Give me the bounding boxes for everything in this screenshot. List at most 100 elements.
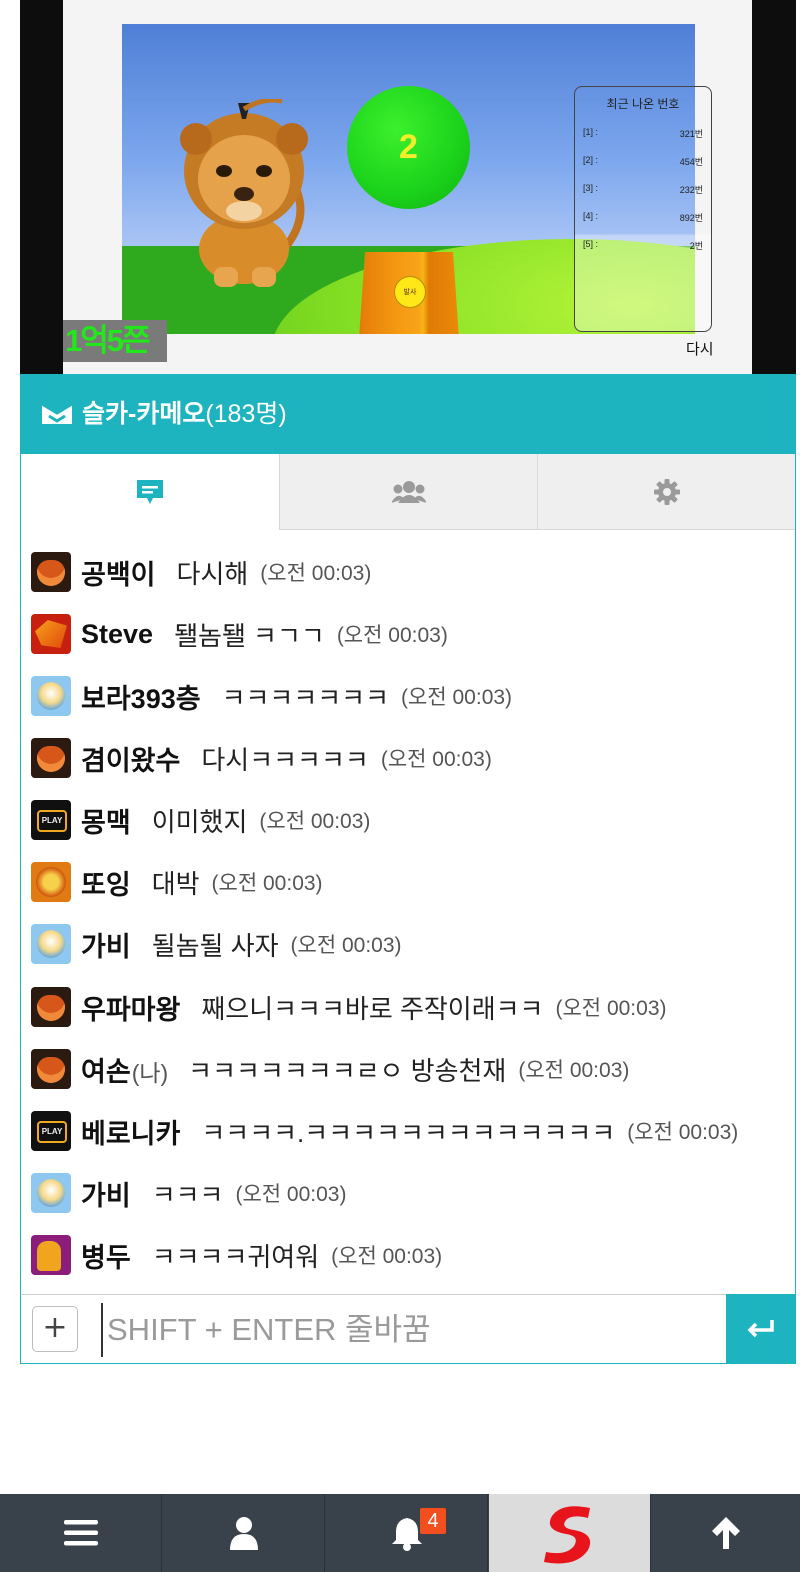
chat-message: 공백이 다시해 (오전 00:03): [31, 550, 371, 594]
message-time: (오전 00:03): [211, 872, 323, 895]
message-nickname[interactable]: 여손(나): [81, 1050, 168, 1089]
avatar[interactable]: [31, 1049, 71, 1089]
avatar[interactable]: [31, 552, 71, 592]
message-text: 될놈될 사자: [151, 930, 279, 961]
s-logo: [543, 1506, 590, 1564]
chat-message: 우파마왕 째으니ㅋㅋㅋ바로 주작이래ㅋㅋ (오전 00:03): [31, 985, 667, 1029]
chat-header: 슬카-카메오(183명): [20, 374, 796, 454]
avatar[interactable]: [31, 1173, 71, 1213]
message-text: 됄놈됄 ㅋㄱㄱ: [174, 620, 325, 651]
message-text: 이미했지: [151, 806, 248, 837]
chat-message-input[interactable]: [101, 1303, 729, 1357]
users-icon: [391, 480, 426, 503]
avatar[interactable]: [31, 924, 71, 964]
message-time: (오전 00:03): [336, 624, 448, 647]
message-nickname[interactable]: 몽맥: [81, 801, 132, 840]
message-text: 대박: [151, 868, 200, 899]
tab-chat[interactable]: [21, 454, 279, 530]
chat-user-count: (183명): [205, 400, 287, 428]
chat-message: 가비 ㅋㅋㅋ (오전 00:03): [31, 1171, 346, 1215]
message-text: 다시ㅋㅋㅋㅋㅋ: [201, 744, 369, 775]
message-time: (오전 00:03): [260, 562, 372, 585]
message-time: (오전 00:03): [290, 934, 402, 957]
chat-message: 보라393층 ㅋㅋㅋㅋㅋㅋㅋ (오전 00:03): [31, 674, 512, 718]
chat-message: 몽맥 이미했지 (오전 00:03): [31, 798, 370, 842]
recent-number-row: [1] :321번: [583, 127, 703, 139]
chat-message-list[interactable]: 공백이 다시해 (오전 00:03) Steve 됄놈됄 ㅋㄱㄱ (오전 00:…: [20, 530, 796, 1294]
gear-icon: [653, 478, 680, 505]
launch-button[interactable]: 발사: [394, 276, 426, 308]
message-time: (오전 00:03): [627, 1121, 739, 1144]
message-nickname[interactable]: Steve: [81, 619, 154, 650]
avatar[interactable]: [31, 1111, 71, 1151]
message-text: ㅋㅋㅋㅋㅋㅋㅋ: [221, 682, 390, 713]
message-nickname[interactable]: 보라393층: [81, 677, 202, 716]
notification-badge: 4: [420, 1508, 446, 1534]
message-time: (오전 00:03): [331, 1245, 443, 1268]
nav-scroll-top[interactable]: [652, 1494, 800, 1572]
chat-message: 베로니카 ㅋㅋㅋㅋ.ㅋㅋㅋㅋㅋㅋㅋㅋㅋㅋㅋㅋㅋ (오전 00:03): [31, 1109, 738, 1153]
message-nickname[interactable]: 병두: [81, 1236, 132, 1275]
message-text: ㅋㅋㅋㅋ귀여워: [151, 1241, 320, 1272]
chat-room-title: 슬카-카메오(183명): [82, 396, 287, 432]
user-icon: [229, 1517, 258, 1550]
tab-settings[interactable]: [537, 454, 795, 530]
avatar[interactable]: [31, 614, 71, 654]
bottom-navigation: 4: [0, 1494, 800, 1572]
message-nickname[interactable]: 베로니카: [81, 1112, 181, 1151]
message-time: (오전 00:03): [555, 997, 667, 1020]
message-text: 다시해: [176, 558, 249, 589]
message-nickname[interactable]: 우파마왕: [81, 988, 181, 1027]
recent-numbers-panel: 최근 나온 번호 [1] :321번 [2] :454번 [3] :232번 […: [574, 86, 712, 332]
avatar[interactable]: [31, 862, 71, 902]
message-time: (오전 00:03): [380, 748, 492, 771]
tab-users[interactable]: [279, 454, 537, 530]
arrow-up-icon: [712, 1517, 740, 1549]
message-text: ㅋㅋㅋㅋ.ㅋㅋㅋㅋㅋㅋㅋㅋㅋㅋㅋㅋㅋ: [201, 1117, 616, 1148]
avatar[interactable]: [31, 987, 71, 1027]
avatar[interactable]: [31, 800, 71, 840]
chat-message: 가비 될놈될 사자 (오전 00:03): [31, 922, 402, 966]
avatar[interactable]: [31, 676, 71, 716]
nav-home-logo[interactable]: [489, 1494, 651, 1572]
message-nickname[interactable]: 가비: [81, 925, 132, 964]
send-button[interactable]: [726, 1293, 796, 1364]
again-label: 다시: [686, 341, 714, 358]
message-text: 째으니ㅋㅋㅋ바로 주작이래ㅋㅋ: [201, 993, 544, 1024]
message-nickname[interactable]: 겸이왔수: [81, 739, 181, 778]
avatar[interactable]: [31, 1235, 71, 1275]
chat-bubble-icon: [137, 480, 163, 504]
chat-tabs: [20, 454, 796, 530]
enter-arrow-icon: [747, 1319, 774, 1337]
chat-message: 또잉 대박 (오전 00:03): [31, 860, 323, 904]
message-time: (오전 00:03): [401, 686, 513, 709]
avatar[interactable]: [31, 738, 71, 778]
message-time: (오전 00:03): [518, 1059, 630, 1082]
message-time: (오전 00:03): [259, 810, 371, 833]
chat-room-name: 슬카-카메오: [82, 400, 206, 428]
message-nickname[interactable]: 가비: [81, 1174, 132, 1213]
attach-plus-button[interactable]: +: [32, 1306, 78, 1352]
chat-logo-icon: [41, 402, 73, 424]
message-time: (오전 00:03): [235, 1183, 347, 1206]
message-nickname[interactable]: 공백이: [81, 553, 157, 592]
message-nickname[interactable]: 또잉: [81, 863, 132, 902]
chat-message: 병두 ㅋㅋㅋㅋ귀여워 (오전 00:03): [31, 1233, 442, 1277]
nav-notifications[interactable]: 4: [326, 1494, 488, 1572]
nav-profile[interactable]: [163, 1494, 325, 1572]
nav-menu[interactable]: [0, 1494, 162, 1572]
recent-numbers-title: 최근 나온 번호: [606, 97, 680, 111]
message-text: ㅋㅋㅋㅋㅋㅋㅋㄹㅇ 방송천재: [188, 1055, 507, 1086]
overlay-label: 1억5쯘: [63, 320, 167, 362]
recent-number-row: [5] :2번: [583, 239, 703, 251]
message-text: ㅋㅋㅋ: [151, 1179, 224, 1210]
chat-message: 여손(나) ㅋㅋㅋㅋㅋㅋㅋㄹㅇ 방송천재 (오전 00:03): [31, 1047, 629, 1091]
recent-number-row: [2] :454번: [583, 155, 703, 167]
chat-input-bar: +: [20, 1293, 796, 1364]
ball-number: 2: [399, 128, 418, 166]
chat-message: Steve 됄놈됄 ㅋㄱㄱ (오전 00:03): [31, 612, 448, 656]
lion-character: [180, 99, 308, 287]
recent-number-row: [4] :892번: [583, 211, 703, 223]
chat-message: 겸이왔수 다시ㅋㅋㅋㅋㅋ (오전 00:03): [31, 736, 492, 780]
recent-number-row: [3] :232번: [583, 183, 703, 195]
